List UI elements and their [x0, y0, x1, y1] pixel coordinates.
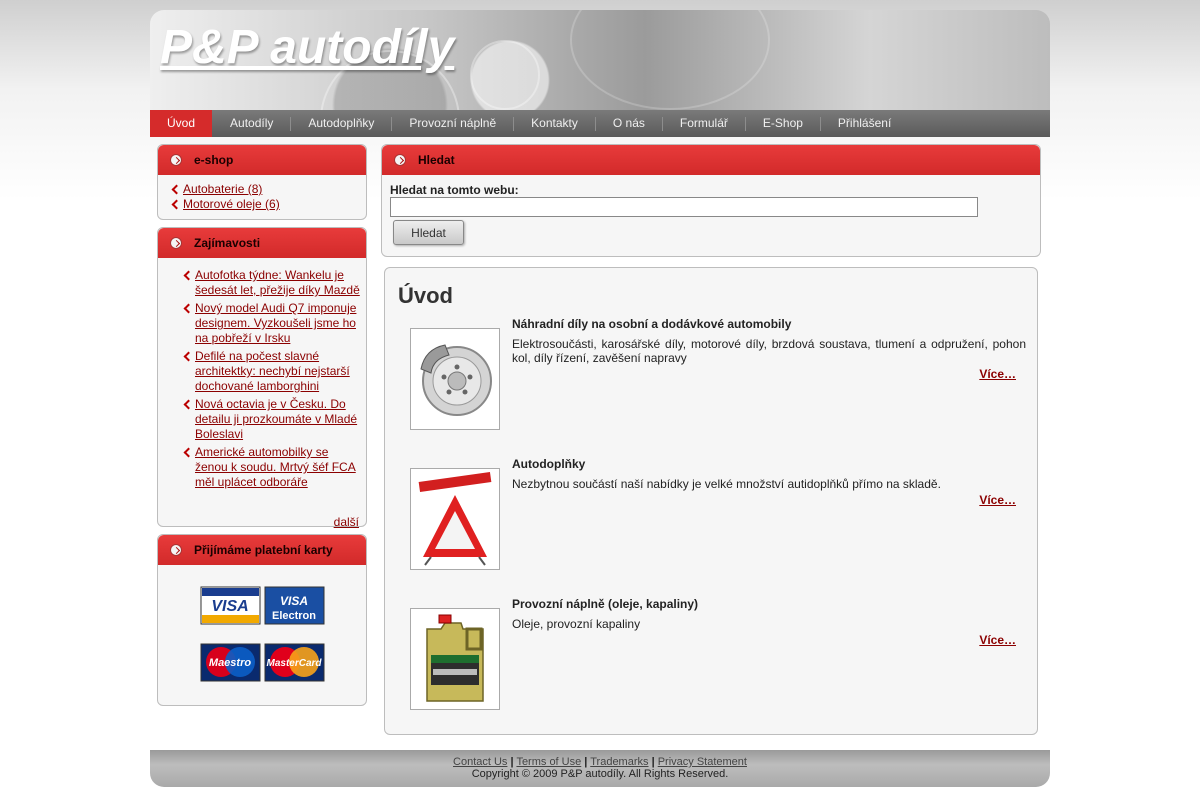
search-button[interactable]: Hledat	[393, 220, 464, 245]
maestro-logo: Maestro	[200, 643, 261, 682]
footer-separator: |	[651, 756, 655, 768]
list-item: Motorové oleje (6)	[171, 197, 361, 212]
footer-separator: |	[584, 756, 588, 768]
footer-link-privacy[interactable]: Privacy Statement	[658, 756, 747, 768]
nav-item-prihlaseni[interactable]: Přihlášení	[821, 110, 908, 137]
brake-disc-image[interactable]	[410, 328, 500, 430]
more-link[interactable]: Více…	[979, 633, 1016, 647]
bullet-arrow-icon	[170, 154, 182, 166]
list-item: Nový model Audi Q7 imponuje designem. Vy…	[183, 301, 361, 346]
footer-separator: |	[510, 756, 514, 768]
eshop-list: Autobaterie (8) Motorové oleje (6)	[171, 182, 361, 212]
nav-item-eshop[interactable]: E-Shop	[746, 110, 820, 137]
visa-electron-logo: VISA Electron	[264, 586, 325, 625]
nav-item-autodily[interactable]: Autodíly	[212, 110, 290, 137]
product-title: Provozní náplně (oleje, kapaliny)	[512, 597, 699, 611]
nav-item-autodoplnky[interactable]: Autodoplňky	[291, 110, 391, 137]
more-link[interactable]: Více…	[979, 493, 1016, 507]
svg-text:Electron: Electron	[272, 610, 316, 622]
mastercard-logo-text: MasterCard	[266, 658, 322, 669]
svg-text:VISA: VISA	[280, 594, 308, 608]
eshop-box: e-shop Autobaterie (8) Motorové oleje (6…	[157, 144, 367, 220]
search-box-title: Hledat	[418, 153, 455, 167]
list-item: Autobaterie (8)	[171, 182, 361, 197]
eshop-link-autobaterie[interactable]: Autobaterie (8)	[183, 182, 262, 196]
news-link[interactable]: Defilé na počest slavné architektky: nec…	[195, 349, 350, 393]
more-link[interactable]: Více…	[979, 367, 1016, 381]
site-title-link[interactable]: P&P autodíly	[160, 20, 454, 76]
news-more-link[interactable]: další	[334, 516, 359, 528]
news-box-header: Zajímavosti	[158, 228, 366, 258]
cards-box-title: Přijímáme platební karty	[194, 543, 333, 557]
nav-item-uvod[interactable]: Úvod	[150, 110, 213, 137]
footer-links: Contact Us | Terms of Use | Trademarks |…	[150, 756, 1050, 768]
search-box: Hledat Hledat na tomto webu: Hledat	[381, 144, 1041, 257]
eshop-link-motorove-oleje[interactable]: Motorové oleje (6)	[183, 197, 280, 211]
news-box: Zajímavosti Autofotka týdne: Wankelu je …	[157, 227, 367, 528]
list-item: Nová octavia je v Česku. Do detailu ji p…	[183, 397, 361, 442]
main-content-box: Úvod Náhradní díly na osobní a dodávkové…	[384, 267, 1038, 735]
list-item: Defilé na počest slavné architektky: nec…	[183, 349, 361, 394]
list-item: Americké automobilky se ženou k soudu. M…	[183, 445, 361, 490]
product-description: Elektrosoučásti, karosářské díly, motoro…	[512, 337, 1026, 365]
product-description: Oleje, provozní kapaliny	[512, 617, 641, 631]
eshop-box-header: e-shop	[158, 145, 366, 175]
news-box-title: Zajímavosti	[194, 236, 261, 250]
list-item: Autofotka týdne: Wankelu je šedesát let,…	[183, 268, 361, 298]
bullet-arrow-icon	[170, 237, 182, 249]
product-title: Náhradní díly na osobní a dodávkové auto…	[512, 317, 792, 331]
news-list: Autofotka týdne: Wankelu je šedesát let,…	[183, 268, 361, 490]
footer-link-terms[interactable]: Terms of Use	[516, 756, 581, 768]
nav-item-o-nas[interactable]: O nás	[596, 110, 662, 137]
bullet-arrow-icon	[394, 154, 406, 166]
oil-canister-image[interactable]	[410, 608, 500, 710]
mastercard-logo: MasterCard	[264, 643, 325, 682]
search-input[interactable]	[390, 197, 978, 217]
visa-logo-text: VISA	[211, 598, 248, 615]
nav-item-provozni-naplne[interactable]: Provozní náplně	[392, 110, 513, 137]
page-title: Úvod	[398, 283, 453, 308]
visa-logo: VISA	[200, 586, 261, 625]
eshop-box-title: e-shop	[194, 153, 234, 167]
search-label: Hledat na tomto webu:	[390, 183, 519, 197]
product-description: Nezbytnou součástí naší nabídky je velké…	[512, 477, 941, 491]
nav-item-kontakty[interactable]: Kontakty	[514, 110, 595, 137]
cards-box: Přijímáme platební karty VISA VISA Elect…	[157, 534, 367, 706]
news-link[interactable]: Nová octavia je v Česku. Do detailu ji p…	[195, 397, 357, 441]
search-box-header: Hledat	[382, 145, 1040, 175]
news-link[interactable]: Autofotka týdne: Wankelu je šedesát let,…	[195, 268, 360, 297]
news-link[interactable]: Americké automobilky se ženou k soudu. M…	[195, 445, 356, 489]
site-header: P&P autodíly	[150, 10, 1050, 110]
product-title: Autodoplňky	[512, 457, 586, 471]
copyright: Copyright © 2009 P&P autodíly. All Right…	[471, 768, 729, 780]
site-footer: Contact Us | Terms of Use | Trademarks |…	[150, 750, 1050, 787]
maestro-logo-text: Maestro	[209, 657, 251, 669]
payment-cards: VISA VISA Electron Maestro MasterCard	[200, 586, 325, 682]
news-link[interactable]: Nový model Audi Q7 imponuje designem. Vy…	[195, 301, 356, 345]
footer-link-trademarks[interactable]: Trademarks	[590, 756, 648, 768]
cards-box-header: Přijímáme platební karty	[158, 535, 366, 565]
main-nav: Úvod Autodíly Autodoplňky Provozní nápln…	[150, 110, 1050, 137]
bullet-arrow-icon	[170, 544, 182, 556]
warning-triangle-image[interactable]	[410, 468, 500, 570]
footer-link-contact[interactable]: Contact Us	[453, 756, 507, 768]
nav-item-formular[interactable]: Formulář	[663, 110, 745, 137]
